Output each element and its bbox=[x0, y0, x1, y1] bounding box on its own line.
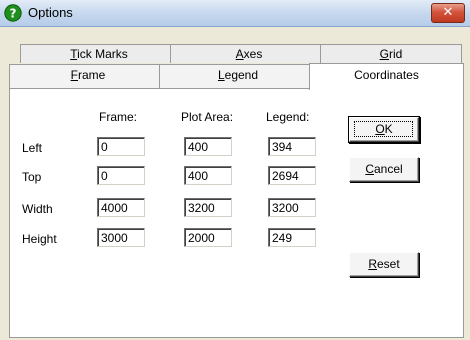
window-title: Options bbox=[28, 5, 73, 20]
plot-area-width-field[interactable] bbox=[184, 198, 232, 217]
tab-label-frame: Frame bbox=[70, 68, 106, 82]
reset-button-label: Reset bbox=[368, 257, 400, 271]
close-icon: ✕ bbox=[442, 5, 454, 20]
column-header-legend: Legend: bbox=[266, 110, 310, 124]
coordinates-panel: Frame: Plot Area: Legend: Left Top Width… bbox=[9, 88, 464, 338]
legend-left-field[interactable] bbox=[268, 137, 316, 156]
options-dialog: ? Options ✕ Tick Marks Axes Grid Frame L… bbox=[0, 0, 470, 340]
tab-label-axes: Axes bbox=[235, 47, 263, 61]
plot-area-height-field[interactable] bbox=[184, 228, 232, 247]
tab-frame[interactable]: Frame bbox=[9, 64, 167, 89]
close-button[interactable]: ✕ bbox=[431, 3, 465, 23]
tab-label-grid: Grid bbox=[379, 47, 403, 61]
ok-button-label: OK bbox=[375, 122, 393, 136]
row-label-top: Top bbox=[22, 170, 42, 184]
tab-label-legend: Legend bbox=[217, 68, 259, 82]
tab-label-coordinates: Coordinates bbox=[354, 68, 419, 82]
legend-top-field[interactable] bbox=[268, 166, 316, 185]
title-bar[interactable]: ? Options ✕ bbox=[0, 0, 470, 27]
row-label-height: Height bbox=[22, 232, 57, 246]
row-label-width: Width bbox=[22, 202, 53, 216]
tab-label-tick-marks: Tick Marks bbox=[70, 47, 128, 61]
row-label-left: Left bbox=[22, 141, 43, 155]
svg-text:?: ? bbox=[10, 6, 17, 20]
tab-axes[interactable]: Axes bbox=[170, 44, 328, 63]
cancel-button-label: Cancel bbox=[365, 162, 403, 176]
legend-width-field[interactable] bbox=[268, 198, 316, 217]
frame-left-field[interactable] bbox=[97, 137, 145, 156]
frame-top-field[interactable] bbox=[97, 166, 145, 185]
column-header-frame: Frame: bbox=[99, 110, 138, 124]
tab-tick-marks[interactable]: Tick Marks bbox=[20, 44, 178, 63]
cancel-button[interactable]: Cancel bbox=[349, 157, 419, 182]
tab-grid[interactable]: Grid bbox=[320, 44, 462, 63]
plot-area-left-field[interactable] bbox=[184, 137, 232, 156]
frame-height-field[interactable] bbox=[97, 228, 145, 247]
ok-button[interactable]: OK bbox=[349, 117, 419, 142]
frame-width-field[interactable] bbox=[97, 198, 145, 217]
tab-coordinates[interactable]: Coordinates bbox=[309, 63, 464, 90]
plot-area-top-field[interactable] bbox=[184, 166, 232, 185]
column-header-plot-area: Plot Area: bbox=[181, 110, 234, 124]
tab-legend[interactable]: Legend bbox=[159, 64, 317, 89]
help-question-icon: ? bbox=[4, 4, 22, 22]
reset-button[interactable]: Reset bbox=[349, 252, 419, 277]
legend-height-field[interactable] bbox=[268, 228, 316, 247]
